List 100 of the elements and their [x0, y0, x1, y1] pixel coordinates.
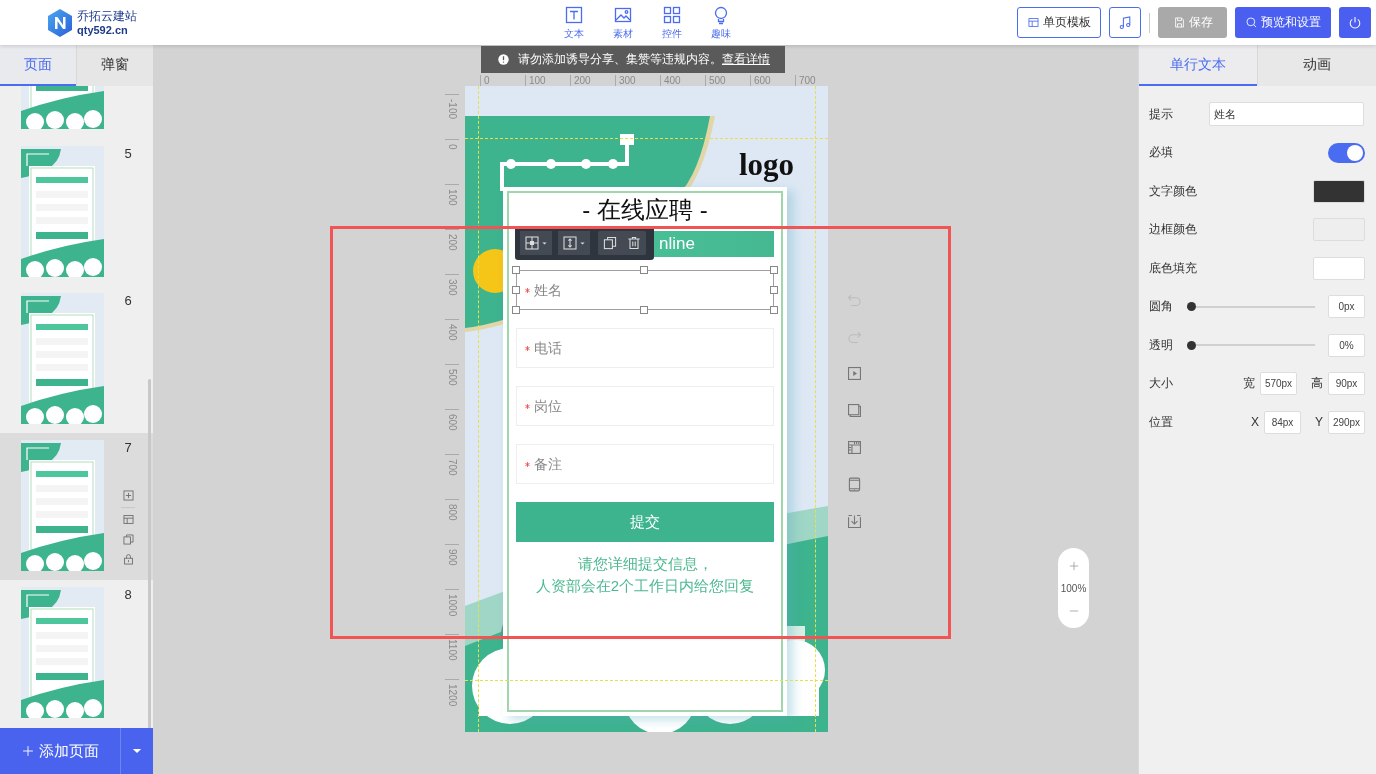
- toolbar-button[interactable]: 素材: [598, 4, 647, 41]
- resize-handle[interactable]: [770, 306, 778, 314]
- field-label: 提示: [1149, 105, 1174, 123]
- value-field[interactable]: 0px: [1328, 295, 1365, 318]
- field-label: 必填: [1149, 144, 1174, 161]
- text-field[interactable]: 姓名: [1209, 102, 1364, 126]
- toggle-switch[interactable]: [1328, 142, 1365, 163]
- ruler-icon[interactable]: [846, 439, 863, 456]
- field-label: X: [1250, 415, 1259, 429]
- color-swatch[interactable]: [1313, 179, 1365, 203]
- field-label: 大小: [1149, 375, 1174, 392]
- vertical-arrows-icon: [562, 235, 578, 251]
- note-text: 人资部会在2个工作日内给您回复: [534, 576, 756, 596]
- ruler-label: 0: [447, 144, 457, 152]
- ruler-label: -100: [447, 99, 457, 121]
- toolbar-button[interactable]: 控件: [647, 4, 696, 41]
- page-number: 6: [124, 293, 132, 308]
- scrollbar[interactable]: [148, 379, 151, 728]
- field-label: 高: [1311, 375, 1323, 392]
- layout-icon: [1027, 16, 1040, 29]
- layers-icon[interactable]: [846, 402, 863, 419]
- layout-icon[interactable]: [121, 513, 135, 526]
- resize-handle[interactable]: [770, 266, 778, 274]
- resize-handle[interactable]: [512, 266, 520, 274]
- slider-thumb[interactable]: [1187, 340, 1196, 350]
- distribute-button[interactable]: [558, 231, 590, 255]
- resize-handle[interactable]: [640, 266, 648, 274]
- tablet-icon[interactable]: [846, 476, 863, 493]
- tab[interactable]: 弹窗: [76, 45, 153, 86]
- resize-handle[interactable]: [512, 286, 520, 294]
- site-domain: qty592.cn: [77, 22, 129, 37]
- ruler-label: 200: [574, 76, 591, 86]
- ruler-label: 700: [447, 459, 457, 478]
- delete-button[interactable]: [622, 231, 646, 255]
- toolbar-button[interactable]: 文本: [549, 4, 598, 41]
- plus-icon: [21, 744, 35, 758]
- play-icon[interactable]: [846, 365, 863, 382]
- ruler-label: 1200: [447, 684, 457, 709]
- details-link[interactable]: 查看详情: [722, 51, 770, 68]
- power-button[interactable]: [1339, 7, 1371, 38]
- field-label: 圆角: [1149, 298, 1174, 315]
- resize-handle[interactable]: [770, 286, 778, 294]
- tab[interactable]: 动画: [1257, 45, 1376, 86]
- ruler-label: 400: [664, 76, 681, 86]
- ruler-label: 900: [447, 549, 457, 568]
- ruler-label: 700: [799, 76, 816, 86]
- logo-text: logo: [739, 148, 795, 182]
- ruler-label: 300: [619, 76, 636, 86]
- field-label: 位置: [1149, 413, 1174, 431]
- input-field[interactable]: 电话: [534, 336, 773, 360]
- add-page-button[interactable]: 添加页面: [0, 728, 120, 774]
- ruler-label: 600: [754, 76, 771, 86]
- ruler-label: 100: [447, 189, 457, 208]
- field-label: 宽: [1243, 375, 1255, 392]
- ruler-label: 300: [447, 279, 457, 298]
- toolbar-button[interactable]: 趣味: [696, 4, 745, 41]
- input-field[interactable]: 姓名: [534, 278, 773, 302]
- align-button[interactable]: [520, 231, 552, 255]
- value-field[interactable]: 90px: [1328, 372, 1365, 395]
- value-field[interactable]: 0%: [1328, 333, 1365, 357]
- lock-icon[interactable]: [121, 553, 135, 566]
- ruler-label: 600: [447, 414, 457, 433]
- download-icon[interactable]: [846, 513, 863, 530]
- form-title: - 在线应聘 -: [581, 195, 709, 225]
- power-icon: [1347, 14, 1363, 31]
- value-field[interactable]: 84px: [1264, 410, 1301, 434]
- value-field[interactable]: 570px: [1260, 372, 1297, 395]
- ruler-label: 0: [484, 76, 490, 86]
- grid-icon: [661, 4, 682, 25]
- input-field[interactable]: 备注: [534, 452, 773, 476]
- tab[interactable]: 单行文本: [1139, 45, 1257, 86]
- music-button[interactable]: [1109, 7, 1141, 38]
- ruler-label: 200: [447, 234, 457, 253]
- page-number: 8: [124, 587, 132, 602]
- resize-handle[interactable]: [640, 306, 648, 314]
- ruler-label: 400: [447, 324, 457, 343]
- selected-page-row[interactable]: 7: [0, 433, 153, 580]
- save-icon: [1172, 16, 1186, 29]
- ruler-label: 1100: [447, 639, 457, 663]
- copy-button[interactable]: [598, 231, 622, 255]
- color-swatch[interactable]: [1313, 256, 1365, 280]
- field-label: 底色填充: [1149, 259, 1198, 277]
- add-icon[interactable]: [121, 489, 135, 502]
- template-button[interactable]: 单页模板: [1017, 7, 1101, 38]
- caret-icon: [541, 239, 548, 247]
- tab[interactable]: 页面: [0, 45, 76, 86]
- resize-handle[interactable]: [512, 306, 520, 314]
- crosshair-icon: [524, 235, 540, 251]
- search-icon: [1245, 16, 1258, 29]
- notice-text: 请勿添加诱导分享、集赞等违规内容。: [518, 51, 722, 68]
- warning-icon: [497, 53, 510, 66]
- field-label: 文字颜色: [1149, 182, 1198, 200]
- slider-thumb[interactable]: [1187, 302, 1196, 311]
- preview-button[interactable]: 预览和设置: [1235, 7, 1331, 38]
- value-field[interactable]: 290px: [1328, 410, 1365, 434]
- ruler-label: 500: [709, 76, 726, 86]
- page-number: 7: [124, 440, 132, 455]
- ruler-label: 100: [529, 76, 546, 86]
- copy-icon[interactable]: [121, 533, 135, 546]
- input-field[interactable]: 岗位: [534, 394, 773, 418]
